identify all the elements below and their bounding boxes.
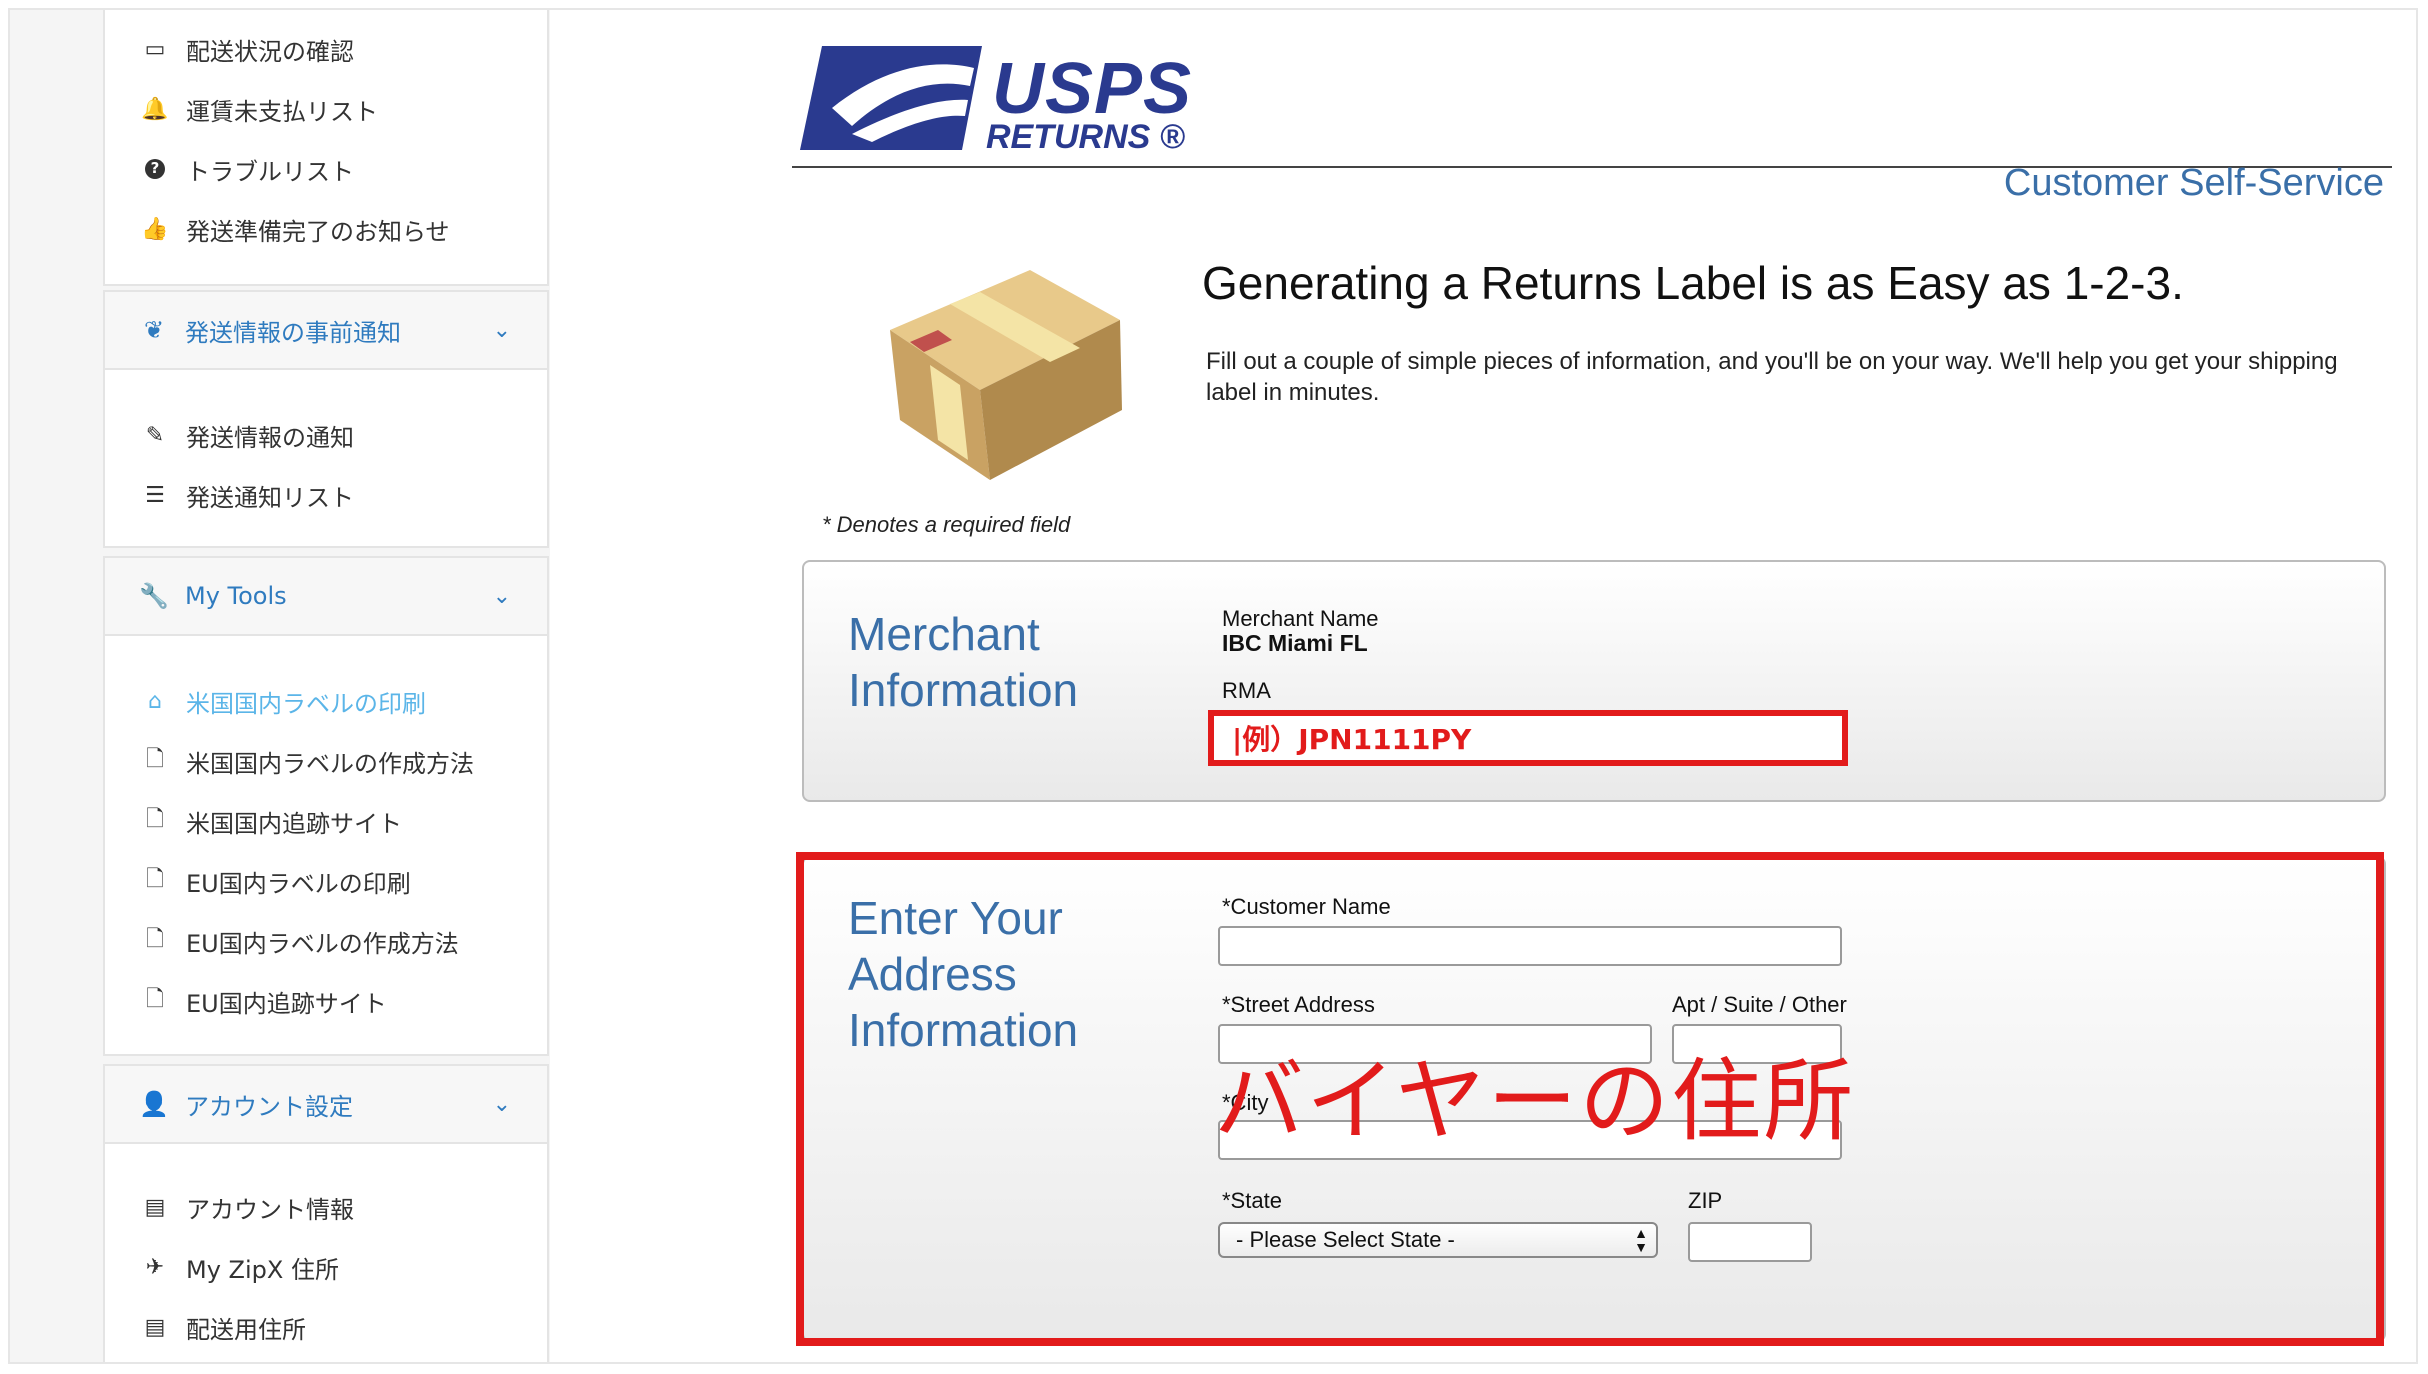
customer-self-service-link[interactable]: Customer Self-Service (2004, 162, 2384, 205)
customer-name-input[interactable] (1218, 926, 1842, 966)
sidebar-item-label: My ZipX 住所 (186, 1255, 339, 1284)
section-label: ❦ 発送情報の事前通知 (139, 292, 401, 368)
sidebar-item-notice-list[interactable]: ☰ 発送通知リスト (140, 470, 354, 520)
edit-icon: ✎ (145, 422, 165, 448)
thumbs-up-icon: 👍 (141, 216, 169, 242)
sidebar-item-eu-label-howto[interactable]: 🗋 EU国内ラベルの作成方法 (140, 916, 459, 966)
sidebar-item-label: EU国内ラベルの作成方法 (186, 929, 459, 958)
sidebar-item-ready-notice[interactable]: 👍 発送準備完了のお知らせ (140, 204, 450, 254)
file-icon: 🗋 (146, 987, 164, 1012)
rma-label: RMA (1222, 678, 1271, 703)
sidebar-item-zipx-address[interactable]: ✈ My ZipX 住所 (140, 1242, 339, 1292)
merchant-name-value: IBC Miami FL (1222, 630, 1368, 656)
sidebar-item-us-label-howto[interactable]: 🗋 米国国内ラベルの作成方法 (140, 736, 474, 786)
list-icon: ☰ (145, 482, 165, 508)
section-title: My Tools (185, 582, 287, 610)
sidebar-item-shipping-notice[interactable]: ✎ 発送情報の通知 (140, 410, 354, 460)
question-circle-icon: ? (145, 159, 165, 179)
sidebar-item-eu-label-print[interactable]: 🗋 EU国内ラベルの印刷 (140, 856, 411, 906)
sidebar-item-delivery-status[interactable]: ▭ 配送状況の確認 (140, 24, 354, 74)
section-title: 発送情報の事前通知 (185, 318, 401, 347)
sidebar-item-account-info[interactable]: ▤ アカウント情報 (140, 1182, 354, 1232)
required-field-note: * Denotes a required field (822, 512, 1071, 537)
browser-frame: ▭ 配送状況の確認 🔔 運賃未支払リスト ? トラブルリスト 👍 発送準備完了の… (8, 8, 2418, 1364)
address-section-title: Enter Your Address Information (848, 892, 1079, 1056)
file-icon: 🗋 (146, 807, 164, 832)
sidebar-item-label: 発送通知リスト (186, 483, 354, 512)
sidebar-item-label: EU国内追跡サイト (186, 989, 387, 1018)
intro-subtext: Fill out a couple of simple pieces of in… (1206, 348, 2338, 406)
sidebar-item-trouble-list[interactable]: ? トラブルリスト (140, 144, 354, 194)
buyer-address-annotation: バイヤーの住所 (1214, 1049, 1856, 1154)
chevron-down-icon: ⌄ (492, 1091, 511, 1117)
section-label: 🔧 My Tools (139, 558, 287, 634)
leaf-icon: ❦ (143, 316, 165, 344)
customer-name-label: *Customer Name (1222, 894, 1391, 919)
sidebar-item-label: 発送準備完了のお知らせ (186, 217, 450, 246)
sidebar-item-label: EU国内ラベルの印刷 (186, 869, 411, 898)
street-address-label: *Street Address (1222, 992, 1375, 1017)
state-select[interactable]: - Please Select State - ▲ ▼ (1218, 1222, 1658, 1258)
sidebar-item-label: トラブルリスト (186, 157, 354, 186)
plane-icon: ✈ (145, 1254, 165, 1280)
merchant-name-label: Merchant Name (1222, 606, 1379, 631)
state-label: *State (1222, 1188, 1282, 1213)
sidebar-item-label: 米国国内ラベルの作成方法 (186, 749, 474, 778)
logo-returns-text: RETURNS ® (986, 118, 1185, 156)
zip-input[interactable] (1688, 1222, 1812, 1262)
sidebar-item-label: アカウント情報 (186, 1195, 354, 1224)
document-icon: ▤ (144, 1314, 166, 1340)
sidebar-item-label: 発送情報の通知 (186, 423, 354, 452)
rma-input[interactable]: |例）JPN1111PY (1208, 710, 1848, 766)
chevron-down-icon: ⌄ (492, 317, 511, 343)
file-icon: 🗋 (146, 867, 164, 892)
sidebar-item-us-label-print[interactable]: ⌂ 米国国内ラベルの印刷 (140, 676, 426, 726)
home-icon: ⌂ (148, 688, 162, 714)
sidebar-section-my-tools[interactable]: 🔧 My Tools ⌄ (103, 556, 549, 636)
sidebar-item-label: 米国国内ラベルの印刷 (186, 689, 426, 718)
state-select-value: - Please Select State - (1236, 1227, 1455, 1252)
wrench-icon: 🔧 (139, 582, 169, 610)
sidebar-item-shipping-address[interactable]: ▤ 配送用住所 (140, 1302, 306, 1352)
package-box-icon (890, 270, 1122, 480)
section-label: 👤 アカウント設定 (139, 1066, 353, 1142)
sidebar-section-account[interactable]: 👤 アカウント設定 ⌄ (103, 1064, 549, 1144)
monitor-icon: ▭ (144, 36, 166, 62)
sidebar-item-label: 配送用住所 (186, 1315, 306, 1344)
select-arrows-icon: ▲ ▼ (1634, 1225, 1648, 1255)
sidebar-item-us-tracking[interactable]: 🗋 米国国内追跡サイト (140, 796, 402, 846)
file-icon: 🗋 (146, 747, 164, 772)
file-icon: 🗋 (146, 927, 164, 952)
page-headline: Generating a Returns Label is as Easy as… (1202, 257, 2184, 309)
document-icon: ▤ (144, 1194, 166, 1220)
apt-suite-label: Apt / Suite / Other (1672, 992, 1847, 1017)
chevron-down-icon: ⌄ (492, 583, 511, 609)
user-icon: 👤 (139, 1090, 169, 1118)
sidebar-item-unpaid-list[interactable]: 🔔 運賃未支払リスト (140, 84, 378, 134)
sidebar-item-label: 米国国内追跡サイト (186, 809, 402, 838)
sidebar-item-label: 運賃未支払リスト (186, 97, 378, 126)
bell-icon: 🔔 (141, 96, 169, 122)
sidebar-item-eu-tracking[interactable]: 🗋 EU国内追跡サイト (140, 976, 387, 1026)
sidebar-section-advance-notice[interactable]: ❦ 発送情報の事前通知 ⌄ (103, 290, 549, 370)
sidebar: ▭ 配送状況の確認 🔔 運賃未支払リスト ? トラブルリスト 👍 発送準備完了の… (10, 10, 550, 1362)
section-title: アカウント設定 (185, 1092, 353, 1121)
sidebar-item-label: 配送状況の確認 (186, 37, 354, 66)
zip-label: ZIP (1688, 1188, 1723, 1213)
merchant-section-title: Merchant Information (848, 608, 1079, 716)
